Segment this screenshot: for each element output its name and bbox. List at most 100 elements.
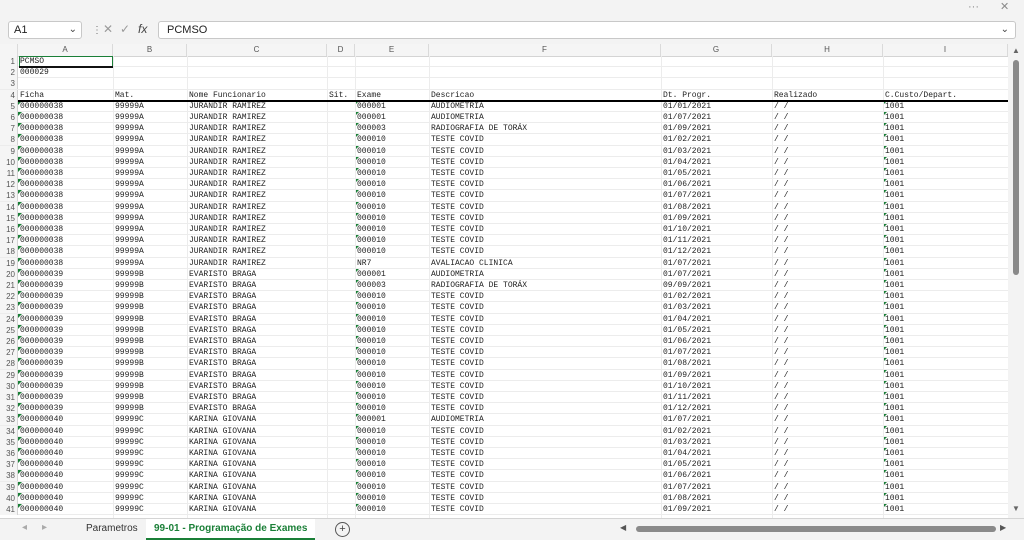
cell-ccusto[interactable]: 1001	[883, 246, 1008, 257]
cell-realizado[interactable]: / /	[772, 224, 883, 235]
cell-dt-progr[interactable]: 01/09/2021	[661, 123, 772, 134]
cell-ccusto[interactable]: 1001	[883, 201, 1008, 213]
cell-sit[interactable]	[327, 258, 355, 269]
cell-ccusto[interactable]: 1001	[883, 436, 1008, 448]
cell-ficha[interactable]: 000000039	[18, 380, 113, 392]
cell-nome[interactable]: KARINA GIOVANA	[187, 414, 327, 425]
cell-nome[interactable]: JURANDIR RAMIREZ	[187, 134, 327, 145]
cell-exame[interactable]: 000010	[355, 470, 429, 481]
cell-ficha[interactable]: 000000039	[18, 302, 113, 313]
cell-realizado[interactable]: / /	[772, 291, 883, 302]
cell-sit[interactable]	[327, 269, 355, 280]
cell-ccusto[interactable]: 1001	[883, 459, 1008, 470]
cell-mat[interactable]: 99999C	[113, 504, 187, 515]
next-sheet-icon[interactable]: ▸	[42, 522, 47, 533]
cell-dt-progr[interactable]: 01/08/2021	[661, 202, 772, 213]
cell-ficha[interactable]: 000000040	[18, 470, 113, 481]
cell-ccusto[interactable]: 1001	[883, 492, 1008, 504]
cell-nome[interactable]: EVARISTO BRAGA	[187, 325, 327, 336]
cell-ccusto[interactable]: 1001	[883, 392, 1008, 403]
cell-realizado[interactable]: / /	[772, 336, 883, 347]
cell-ficha[interactable]: 000000038	[18, 134, 113, 145]
cell-nome[interactable]: KARINA GIOVANA	[187, 504, 327, 515]
cell-ficha[interactable]: 000000039	[18, 358, 113, 369]
cell-exame[interactable]: 000003	[355, 280, 429, 291]
cell-realizado[interactable]: / /	[772, 179, 883, 190]
row-header[interactable]: 5	[0, 100, 18, 112]
cell-dt-progr[interactable]: 01/04/2021	[661, 314, 772, 325]
spreadsheet-grid[interactable]: ABCDEFGHI 1 PCMSO 2 000029 3 4 Ficha Mat. Nome F…	[0, 44, 1008, 518]
cell-nome[interactable]: KARINA GIOVANA	[187, 482, 327, 493]
cell-ccusto[interactable]: 1001	[883, 257, 1008, 269]
cell-realizado[interactable]: / /	[772, 246, 883, 257]
cell-mat[interactable]: 99999A	[113, 168, 187, 179]
cell-ficha[interactable]: 000000038	[18, 201, 113, 213]
cell-exame[interactable]: 000010	[355, 392, 429, 403]
cell-realizado[interactable]: / /	[772, 370, 883, 381]
cell-ccusto[interactable]: 1001	[883, 380, 1008, 392]
cell-mat[interactable]: 99999C	[113, 437, 187, 448]
cell-mat[interactable]: 99999C	[113, 426, 187, 437]
cell-sit[interactable]	[327, 146, 355, 157]
cell-sit[interactable]	[327, 112, 355, 123]
cell-exame[interactable]: 000010	[355, 369, 429, 381]
cell-exame[interactable]: NR7	[355, 258, 429, 269]
cell-sit[interactable]	[327, 168, 355, 179]
cell-sit[interactable]	[327, 314, 355, 325]
cell-dt-progr[interactable]: 01/07/2021	[661, 269, 772, 280]
row-header[interactable]: 11	[0, 168, 18, 179]
cell-descricao[interactable]: TESTE COVID	[429, 190, 661, 201]
cell-ficha[interactable]: 000000038	[18, 145, 113, 157]
cell-ccusto[interactable]: 1001	[883, 212, 1008, 224]
cell-realizado[interactable]: / /	[772, 146, 883, 157]
cell-nome[interactable]: KARINA GIOVANA	[187, 459, 327, 470]
cell-mat[interactable]: 99999A	[113, 112, 187, 123]
row-header[interactable]: 17	[0, 235, 18, 247]
cell-descricao[interactable]: TESTE COVID	[429, 134, 661, 145]
cell-ficha[interactable]: 000000039	[18, 268, 113, 280]
cell-sit[interactable]	[327, 302, 355, 313]
cell-nome[interactable]: KARINA GIOVANA	[187, 426, 327, 437]
cell-realizado[interactable]: / /	[772, 101, 883, 112]
cell-mat[interactable]: 99999A	[113, 179, 187, 190]
cell-nome[interactable]: EVARISTO BRAGA	[187, 358, 327, 369]
cell-nome[interactable]: EVARISTO BRAGA	[187, 392, 327, 403]
cell-realizado[interactable]: / /	[772, 258, 883, 269]
cell-nome[interactable]: KARINA GIOVANA	[187, 493, 327, 504]
cell-mat[interactable]: 99999C	[113, 414, 187, 425]
vertical-scroll-thumb[interactable]	[1013, 60, 1019, 275]
cell-ccusto[interactable]: 1001	[883, 425, 1008, 437]
cell-exame[interactable]: 000010	[355, 504, 429, 515]
cell-realizado[interactable]: / /	[772, 123, 883, 134]
cell-mat[interactable]: 99999A	[113, 101, 187, 112]
cell-ficha[interactable]: 000000039	[18, 324, 113, 336]
row-header[interactable]: 36	[0, 448, 18, 459]
cell-descricao[interactable]: TESTE COVID	[429, 403, 661, 414]
cell-ccusto[interactable]: 1001	[883, 224, 1008, 235]
cell-dt-progr[interactable]: 01/03/2021	[661, 302, 772, 313]
cell-descricao[interactable]: TESTE COVID	[429, 291, 661, 302]
cell-dt-progr[interactable]: 01/11/2021	[661, 235, 772, 246]
cell-ficha[interactable]: 000000038	[18, 112, 113, 123]
cell-descricao[interactable]: TESTE COVID	[429, 392, 661, 403]
cell-sit[interactable]	[327, 157, 355, 168]
cell-mat[interactable]: 99999C	[113, 493, 187, 504]
cell-dt-progr[interactable]: 01/09/2021	[661, 370, 772, 381]
cell-ccusto[interactable]: 1001	[883, 470, 1008, 481]
cell-ficha[interactable]: 000000039	[18, 313, 113, 325]
cell-dt-progr[interactable]: 01/12/2021	[661, 246, 772, 257]
cell-nome[interactable]: EVARISTO BRAGA	[187, 314, 327, 325]
cell-descricao[interactable]: TESTE COVID	[429, 448, 661, 459]
cell-nome[interactable]: KARINA GIOVANA	[187, 437, 327, 448]
cell-sit[interactable]	[327, 202, 355, 213]
cell-dt-progr[interactable]: 09/09/2021	[661, 280, 772, 291]
cell-mat[interactable]: 99999A	[113, 157, 187, 168]
cell-nome[interactable]: JURANDIR RAMIREZ	[187, 224, 327, 235]
cell-mat[interactable]: 99999C	[113, 448, 187, 459]
cell-nome[interactable]: JURANDIR RAMIREZ	[187, 157, 327, 168]
cell-descricao[interactable]: AVALIACAO CLINICA	[429, 258, 661, 269]
cell-descricao[interactable]: TESTE COVID	[429, 504, 661, 515]
cell-dt-progr[interactable]: 01/07/2021	[661, 414, 772, 425]
cell-exame[interactable]: 000010	[355, 291, 429, 302]
cell-ccusto[interactable]: 1001	[883, 291, 1008, 302]
